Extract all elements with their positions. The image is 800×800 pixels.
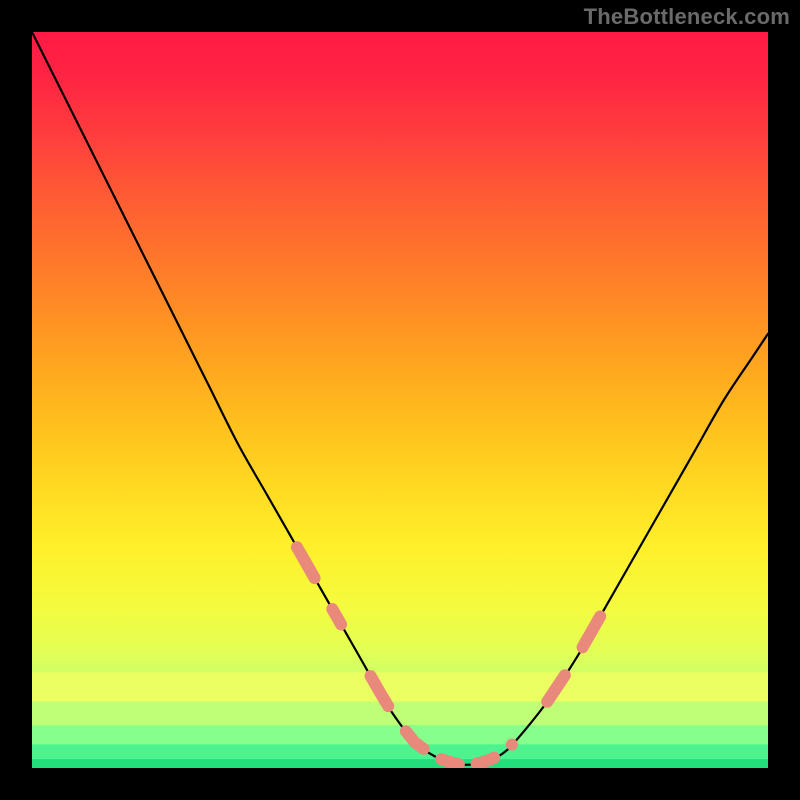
chart-frame: TheBottleneck.com (0, 0, 800, 800)
highlight-dash (477, 758, 495, 764)
bottom-color-bands (32, 672, 768, 768)
highlight-dash (441, 759, 459, 764)
chart-svg (32, 32, 768, 768)
gradient-background (32, 32, 768, 768)
watermark-text: TheBottleneck.com (584, 4, 790, 30)
plot-area (32, 32, 768, 768)
highlight-dash (332, 609, 341, 624)
